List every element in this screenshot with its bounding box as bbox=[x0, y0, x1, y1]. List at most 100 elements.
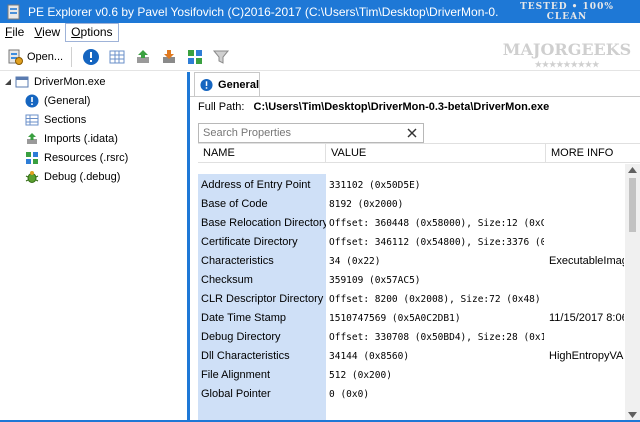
cell-info: HighEntropyVA, D bbox=[549, 350, 624, 362]
table-row[interactable]: Debug Directory Offset: 330708 (0x50BD4),… bbox=[198, 328, 624, 347]
cell-name: Base of Code bbox=[201, 198, 268, 210]
menu-bar: File View Options bbox=[0, 23, 640, 42]
collapse-arrow-icon[interactable] bbox=[4, 78, 12, 86]
filter-button[interactable] bbox=[210, 45, 232, 69]
tree-item-sections-label: Sections bbox=[44, 113, 87, 126]
tree-item-root-label: DriverMon.exe bbox=[34, 75, 106, 88]
cell-name: CLR Descriptor Directory bbox=[201, 293, 324, 305]
tab-general[interactable]: General bbox=[194, 72, 260, 96]
cell-info bbox=[546, 233, 624, 252]
scrollbar-thumb[interactable] bbox=[629, 178, 636, 232]
cell-info: ExecutableImage, bbox=[549, 255, 624, 267]
search-input[interactable] bbox=[199, 124, 399, 142]
table-row[interactable]: Address of Entry Point 331102 (0x50D5E) bbox=[198, 176, 624, 195]
tree-item-imports-label: Imports (.idata) bbox=[44, 132, 118, 145]
toolbar: Open... bbox=[0, 43, 640, 71]
table-row[interactable]: Checksum 359109 (0x57AC5) bbox=[198, 271, 624, 290]
tree-item-debug[interactable]: Debug (.debug) bbox=[25, 167, 120, 186]
full-path-value: C:\Users\Tim\Desktop\DriverMon-0.3-beta\… bbox=[253, 101, 550, 113]
cell-name: Debug Directory bbox=[201, 331, 281, 343]
tree-panel: DriverMon.exe (General) Sections Imports… bbox=[0, 72, 186, 422]
exports-button[interactable] bbox=[158, 45, 180, 69]
table-row[interactable]: Base Relocation Directory Offset: 360448 … bbox=[198, 214, 624, 233]
scroll-down-arrow-icon[interactable] bbox=[628, 412, 637, 418]
column-header-more-info[interactable]: MORE INFO bbox=[546, 144, 640, 163]
cell-name: Characteristics bbox=[201, 255, 274, 267]
table-row[interactable]: File Alignment 512 (0x200) bbox=[198, 366, 624, 385]
menu-view[interactable]: View bbox=[29, 23, 65, 42]
imports-icon bbox=[137, 49, 150, 63]
tree-item-general[interactable]: (General) bbox=[25, 91, 90, 110]
exe-file-icon bbox=[15, 76, 29, 87]
info-icon bbox=[25, 94, 39, 107]
tree-item-resources[interactable]: Resources (.rsrc) bbox=[25, 148, 128, 167]
cell-name: Certificate Directory bbox=[201, 236, 298, 248]
cell-name: File Alignment bbox=[201, 369, 271, 381]
table-row[interactable]: Certificate Directory Offset: 346112 (0x5… bbox=[198, 233, 624, 252]
full-path: Full Path: C:\Users\Tim\Desktop\DriverMo… bbox=[198, 101, 549, 113]
properties-grid: NAME VALUE MORE INFO Address of Entry Po… bbox=[198, 143, 640, 422]
info-icon bbox=[200, 78, 213, 91]
cell-name: Checksum bbox=[201, 274, 253, 286]
grid-header: NAME VALUE MORE INFO bbox=[198, 143, 640, 163]
sections-icon bbox=[25, 114, 39, 125]
menu-options[interactable]: Options bbox=[65, 23, 119, 42]
full-path-label: Full Path: bbox=[198, 101, 245, 113]
resources-icon bbox=[188, 49, 203, 64]
resources-button[interactable] bbox=[184, 45, 206, 69]
bug-icon bbox=[25, 170, 39, 183]
cell-name: Base Relocation Directory bbox=[201, 217, 326, 229]
table-row[interactable]: Global Pointer 0 (0x0) bbox=[198, 385, 624, 404]
column-header-name[interactable]: NAME bbox=[198, 144, 326, 163]
menu-file[interactable]: File bbox=[0, 23, 29, 42]
tree-item-general-label: (General) bbox=[44, 94, 91, 107]
table-row[interactable]: Date Time Stamp 1510747569 (0x5A0C2DB1) 11… bbox=[198, 309, 624, 328]
cell-info bbox=[546, 271, 624, 290]
cell-name: Global Pointer bbox=[201, 388, 271, 400]
cell-name: Date Time Stamp bbox=[201, 312, 286, 324]
close-icon[interactable] bbox=[405, 126, 419, 140]
tree-item-root[interactable]: DriverMon.exe bbox=[4, 72, 106, 91]
cell-info bbox=[546, 290, 624, 309]
tree-item-sections[interactable]: Sections bbox=[25, 110, 86, 129]
cell-info: 11/15/2017 8:06:0 bbox=[549, 312, 624, 324]
tree-item-debug-label: Debug (.debug) bbox=[44, 170, 121, 183]
grid-body: Address of Entry Point 331102 (0x50D5E) Ba… bbox=[198, 164, 624, 422]
filter-icon bbox=[213, 50, 230, 64]
table-row[interactable]: Dll Characteristics 34144 (0x8560) HighEnt… bbox=[198, 347, 624, 366]
content-pane: General Full Path: C:\Users\Tim\Desktop\… bbox=[190, 72, 640, 422]
column-header-value[interactable]: VALUE bbox=[326, 144, 546, 163]
table-row[interactable]: CLR Descriptor Directory Offset: 8200 (0x… bbox=[198, 290, 624, 309]
tab-strip-border bbox=[190, 96, 640, 97]
sections-button[interactable] bbox=[106, 45, 128, 69]
table-row[interactable]: Base of Code 8192 (0x2000) bbox=[198, 195, 624, 214]
vertical-scrollbar[interactable] bbox=[625, 164, 640, 422]
search-box bbox=[198, 123, 424, 143]
general-info-icon bbox=[83, 48, 100, 65]
cell-info bbox=[546, 195, 624, 214]
cell-value: 34 (0x22) bbox=[329, 256, 381, 267]
open-button[interactable]: Open... bbox=[4, 45, 65, 69]
app-icon bbox=[7, 4, 20, 19]
cell-info bbox=[546, 328, 624, 347]
sections-grid-icon bbox=[109, 50, 125, 63]
imports-button[interactable] bbox=[132, 45, 154, 69]
cell-value: 1510747569 (0x5A0C2DB1) bbox=[329, 313, 461, 324]
resources-icon bbox=[26, 151, 38, 164]
cell-value: Offset: 360448 (0x58000), Size:12 (0xC) bbox=[329, 218, 544, 229]
toolbar-separator bbox=[71, 46, 73, 67]
cell-name: Dll Characteristics bbox=[201, 350, 290, 362]
cell-value: Offset: 8200 (0x2008), Size:72 (0x48) bbox=[329, 294, 541, 305]
tab-general-label: General bbox=[218, 78, 259, 91]
imports-icon bbox=[27, 132, 37, 144]
cell-info bbox=[546, 214, 624, 233]
open-file-icon bbox=[8, 49, 23, 65]
tree-item-imports[interactable]: Imports (.idata) bbox=[25, 129, 118, 148]
cell-name: Address of Entry Point bbox=[201, 179, 311, 191]
scroll-up-arrow-icon[interactable] bbox=[628, 167, 637, 173]
cell-info bbox=[546, 385, 624, 404]
open-button-label: Open... bbox=[27, 50, 64, 63]
table-row[interactable]: Characteristics 34 (0x22) ExecutableImage, bbox=[198, 252, 624, 271]
general-info-button[interactable] bbox=[80, 45, 102, 69]
cell-value: Offset: 330708 (0x50BD4), Size:28 (0x1C) bbox=[329, 332, 544, 343]
